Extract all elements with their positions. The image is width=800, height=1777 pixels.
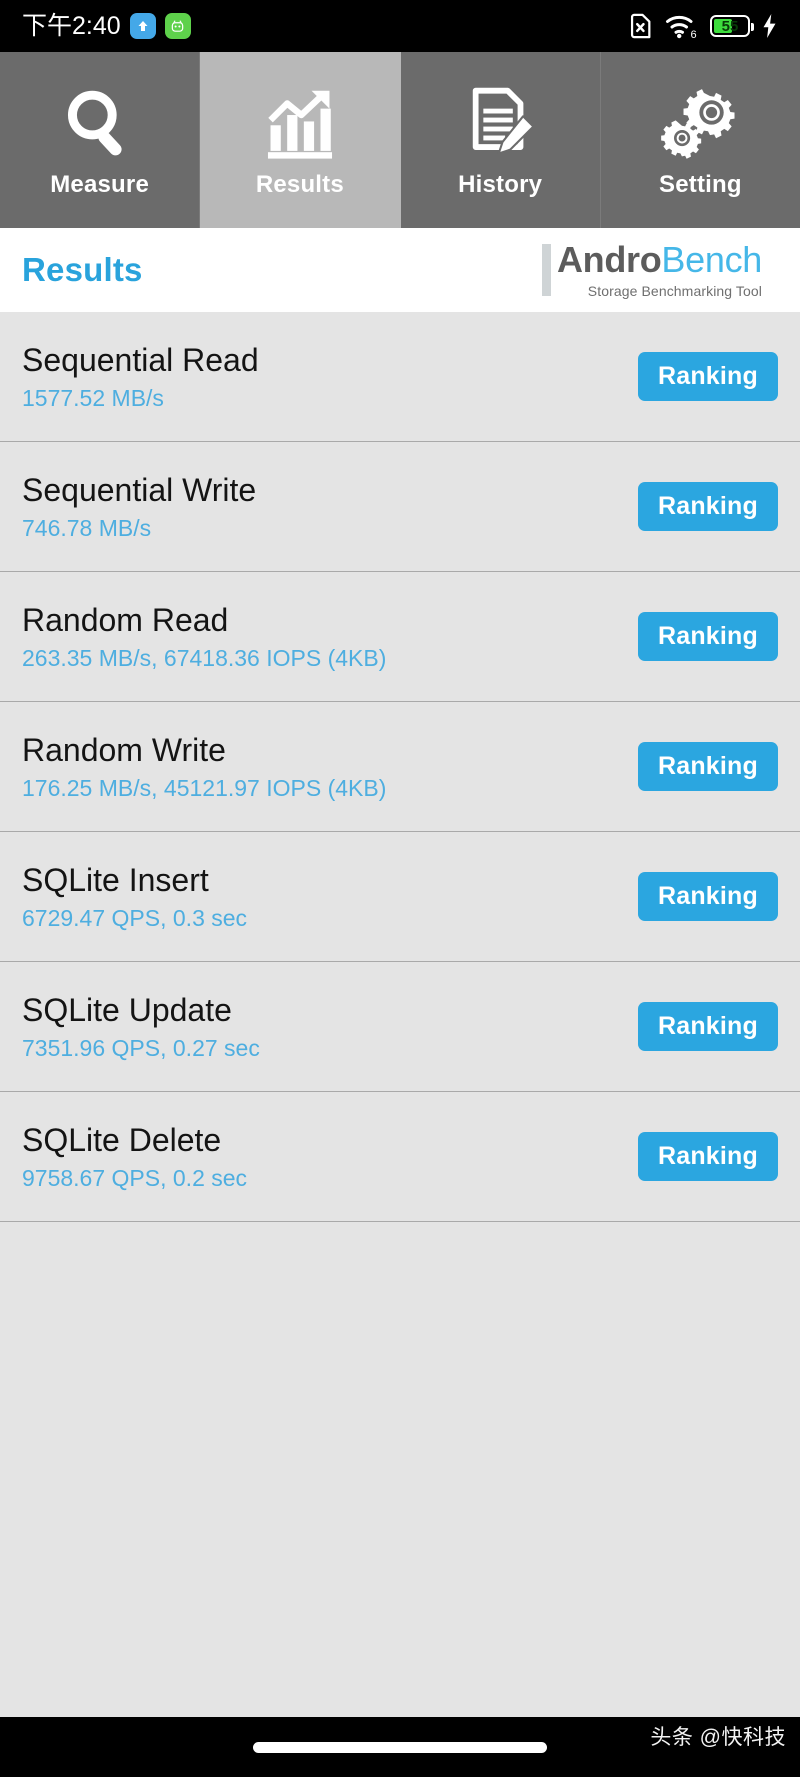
tab-measure[interactable]: Measure [0,52,201,228]
benchmark-value: 9758.67 QPS, 0.2 sec [22,1164,248,1191]
ranking-button[interactable]: Ranking [637,1132,778,1181]
status-clock: 下午2:40 [22,11,121,40]
status-bar: 下午2:40 6 55 [0,0,800,52]
tab-history[interactable]: History [400,52,601,228]
benchmark-name: Random Read [22,601,229,638]
benchmark-name: SQLite Delete [22,1121,222,1158]
benchmark-value: 1577.52 MB/s [22,384,164,411]
brand-name-first: Andro [556,238,662,280]
benchmark-value: 6729.47 QPS, 0.3 sec [22,904,248,931]
ranking-button[interactable]: Ranking [637,612,778,661]
benchmark-value: 7351.96 QPS, 0.27 sec [22,1034,260,1061]
ranking-button[interactable]: Ranking [637,352,778,401]
table-row[interactable]: Sequential Write 746.78 MB/s Ranking [0,442,800,572]
row-text: Sequential Write 746.78 MB/s [22,472,256,542]
benchmark-name: SQLite Update [22,991,232,1028]
tab-results[interactable]: Results [200,52,401,228]
tab-history-label: History [458,171,543,198]
list-empty-area [0,1222,800,1717]
phone-screen: 下午2:40 6 55 Measure Results History Sett… [0,0,800,1777]
benchmark-name: Sequential Write [22,471,257,508]
ranking-button[interactable]: Ranking [637,1002,778,1051]
magnifier-icon [59,81,141,167]
ranking-button[interactable]: Ranking [637,872,778,921]
row-text: Random Write 176.25 MB/s, 45121.97 IOPS (… [22,732,386,802]
wifi-6-icon: 6 [665,12,699,40]
home-indicator[interactable] [253,1741,547,1753]
ranking-button[interactable]: Ranking [637,742,778,791]
table-row[interactable]: Random Read 263.35 MB/s, 67418.36 IOPS (4… [0,572,800,702]
source-watermark: 头条 @快科技 [650,1726,786,1749]
battery-indicator: 55 [710,15,754,37]
logo-accent-bar [541,243,551,296]
benchmark-name: SQLite Insert [22,861,209,898]
page-title: Results [22,251,143,288]
row-text: SQLite Update 7351.96 QPS, 0.27 sec [22,992,260,1062]
ranking-button[interactable]: Ranking [637,482,778,531]
sim-card-off-icon [626,12,654,40]
upload-arrow-badge [129,13,156,39]
benchmark-name: Sequential Read [22,341,259,378]
table-row[interactable]: SQLite Update 7351.96 QPS, 0.27 sec Rankin… [0,962,800,1092]
table-row[interactable]: SQLite Delete 9758.67 QPS, 0.2 sec Ranking [0,1092,800,1222]
benchmark-value: 263.35 MB/s, 67418.36 IOPS (4KB) [22,644,387,671]
app-header: Results AndroBench Storage Benchmarking … [0,228,800,312]
svg-text:6: 6 [691,29,697,40]
tab-results-label: Results [255,171,344,198]
androbench-logo: AndroBench Storage Benchmarking Tool [541,238,778,299]
document-pencil-icon [459,81,541,167]
table-row[interactable]: SQLite Insert 6729.47 QPS, 0.3 sec Ranking [0,832,800,962]
tab-setting[interactable]: Setting [600,52,800,228]
status-bar-right: 6 55 [626,12,778,40]
battery-percent-label: 55 [721,17,739,35]
gears-icon [659,81,741,167]
row-text: SQLite Delete 9758.67 QPS, 0.2 sec [22,1122,247,1192]
row-text: Sequential Read 1577.52 MB/s [22,342,259,412]
benchmark-name: Random Write [22,731,226,768]
results-list: Sequential Read 1577.52 MB/s Ranking Sequen… [0,312,800,1222]
app-notification-badge [164,13,191,39]
table-row[interactable]: Random Write 176.25 MB/s, 45121.97 IOPS (… [0,702,800,832]
table-row[interactable]: Sequential Read 1577.52 MB/s Ranking [0,312,800,442]
main-tab-bar: Measure Results History Setting [0,52,800,228]
tab-measure-label: Measure [50,171,150,198]
brand-subtitle: Storage Benchmarking Tool [587,282,762,299]
tab-setting-label: Setting [659,171,742,198]
benchmark-value: 176.25 MB/s, 45121.97 IOPS (4KB) [22,774,387,801]
bar-chart-trend-icon [259,81,341,167]
status-bar-left: 下午2:40 [22,13,191,39]
charging-bolt-icon [761,14,778,38]
brand-name-second: Bench [661,238,762,280]
row-text: Random Read 263.35 MB/s, 67418.36 IOPS (4… [22,602,386,672]
row-text: SQLite Insert 6729.47 QPS, 0.3 sec [22,862,247,932]
benchmark-value: 746.78 MB/s [22,514,152,541]
